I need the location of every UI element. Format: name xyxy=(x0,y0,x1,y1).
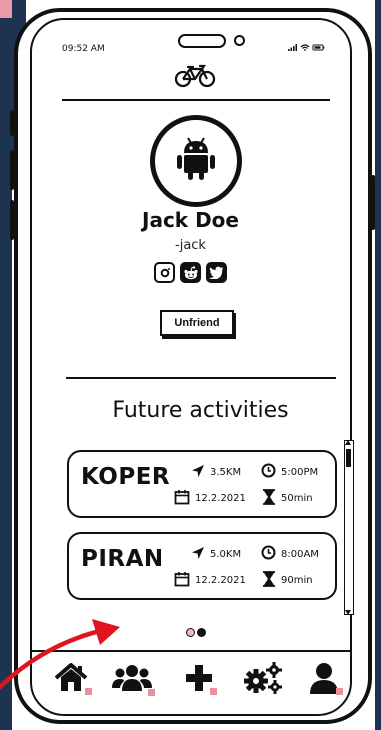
time-value: 5:00PM xyxy=(281,466,319,478)
unfriend-button[interactable]: Unfriend xyxy=(160,310,234,336)
activity-city: KOPER xyxy=(81,464,171,490)
nav-accent-mark xyxy=(148,689,155,696)
distance-value: 3.5KM xyxy=(210,467,242,478)
activity-date: 12.2.2021 xyxy=(174,571,246,590)
phone-side-button xyxy=(10,110,14,136)
clock-icon xyxy=(261,463,276,481)
nav-profile[interactable] xyxy=(306,660,343,700)
calendar-icon xyxy=(174,571,190,590)
activity-date: 12.2.2021 xyxy=(174,489,246,508)
android-icon xyxy=(175,136,217,186)
reddit-icon[interactable] xyxy=(180,262,201,283)
scroll-up-icon[interactable] xyxy=(345,440,351,445)
hourglass-icon xyxy=(262,571,276,590)
profile-icon xyxy=(309,662,339,698)
scroll-down-icon[interactable] xyxy=(345,610,351,615)
avatar xyxy=(150,115,242,207)
duration-value: 90min xyxy=(281,575,313,586)
date-value: 12.2.2021 xyxy=(195,575,246,586)
twitter-icon[interactable] xyxy=(206,262,227,283)
scroll-thumb[interactable] xyxy=(346,449,351,467)
nav-add[interactable] xyxy=(180,660,218,700)
social-links xyxy=(154,262,227,283)
hourglass-icon xyxy=(262,489,276,508)
navigation-arrow-icon xyxy=(191,546,205,563)
page-background-tab xyxy=(0,0,12,18)
activity-duration: 50min xyxy=(262,489,313,508)
duration-value: 50min xyxy=(281,493,313,504)
activity-distance: 3.5KM xyxy=(191,464,241,481)
nav-accent-mark xyxy=(336,688,343,695)
calendar-icon xyxy=(174,489,190,508)
profile-handle: -jack xyxy=(175,238,206,253)
pagination-dot-active[interactable] xyxy=(197,628,206,637)
activity-duration: 90min xyxy=(262,571,313,590)
navigation-arrow-icon xyxy=(191,464,205,481)
activity-city: PIRAN xyxy=(81,546,164,572)
activity-card[interactable]: KOPER 3.5KM 5:00PM 12.2.2021 50min xyxy=(67,450,337,518)
section-title: Future activities xyxy=(112,398,289,423)
phone-camera xyxy=(234,35,245,46)
distance-value: 5.0KM xyxy=(210,549,242,560)
settings-icon xyxy=(243,661,283,699)
status-icons xyxy=(288,43,326,54)
phone-speaker xyxy=(178,34,226,48)
nav-accent-mark xyxy=(210,688,217,695)
bicycle-icon xyxy=(174,64,216,88)
activity-distance: 5.0KM xyxy=(191,546,241,563)
time-value: 8:00AM xyxy=(281,548,319,560)
header-divider xyxy=(62,99,330,101)
activity-time: 5:00PM xyxy=(261,463,318,481)
activity-time: 8:00AM xyxy=(261,545,319,563)
date-value: 12.2.2021 xyxy=(195,493,246,504)
clock-icon xyxy=(261,545,276,563)
activities-scrollbar[interactable] xyxy=(344,440,354,615)
status-time: 09:52 AM xyxy=(62,44,105,54)
pagination-dots xyxy=(186,628,206,637)
activity-card[interactable]: PIRAN 5.0KM 8:00AM 12.2.2021 90min xyxy=(67,532,337,600)
phone-side-button xyxy=(10,150,14,190)
profile-divider xyxy=(66,377,336,379)
page-background-right xyxy=(375,0,381,730)
nav-settings[interactable] xyxy=(242,660,284,700)
instagram-icon[interactable] xyxy=(154,262,175,283)
profile-name: Jack Doe xyxy=(142,208,239,232)
pagination-dot[interactable] xyxy=(186,628,195,637)
annotation-arrow xyxy=(0,619,120,690)
